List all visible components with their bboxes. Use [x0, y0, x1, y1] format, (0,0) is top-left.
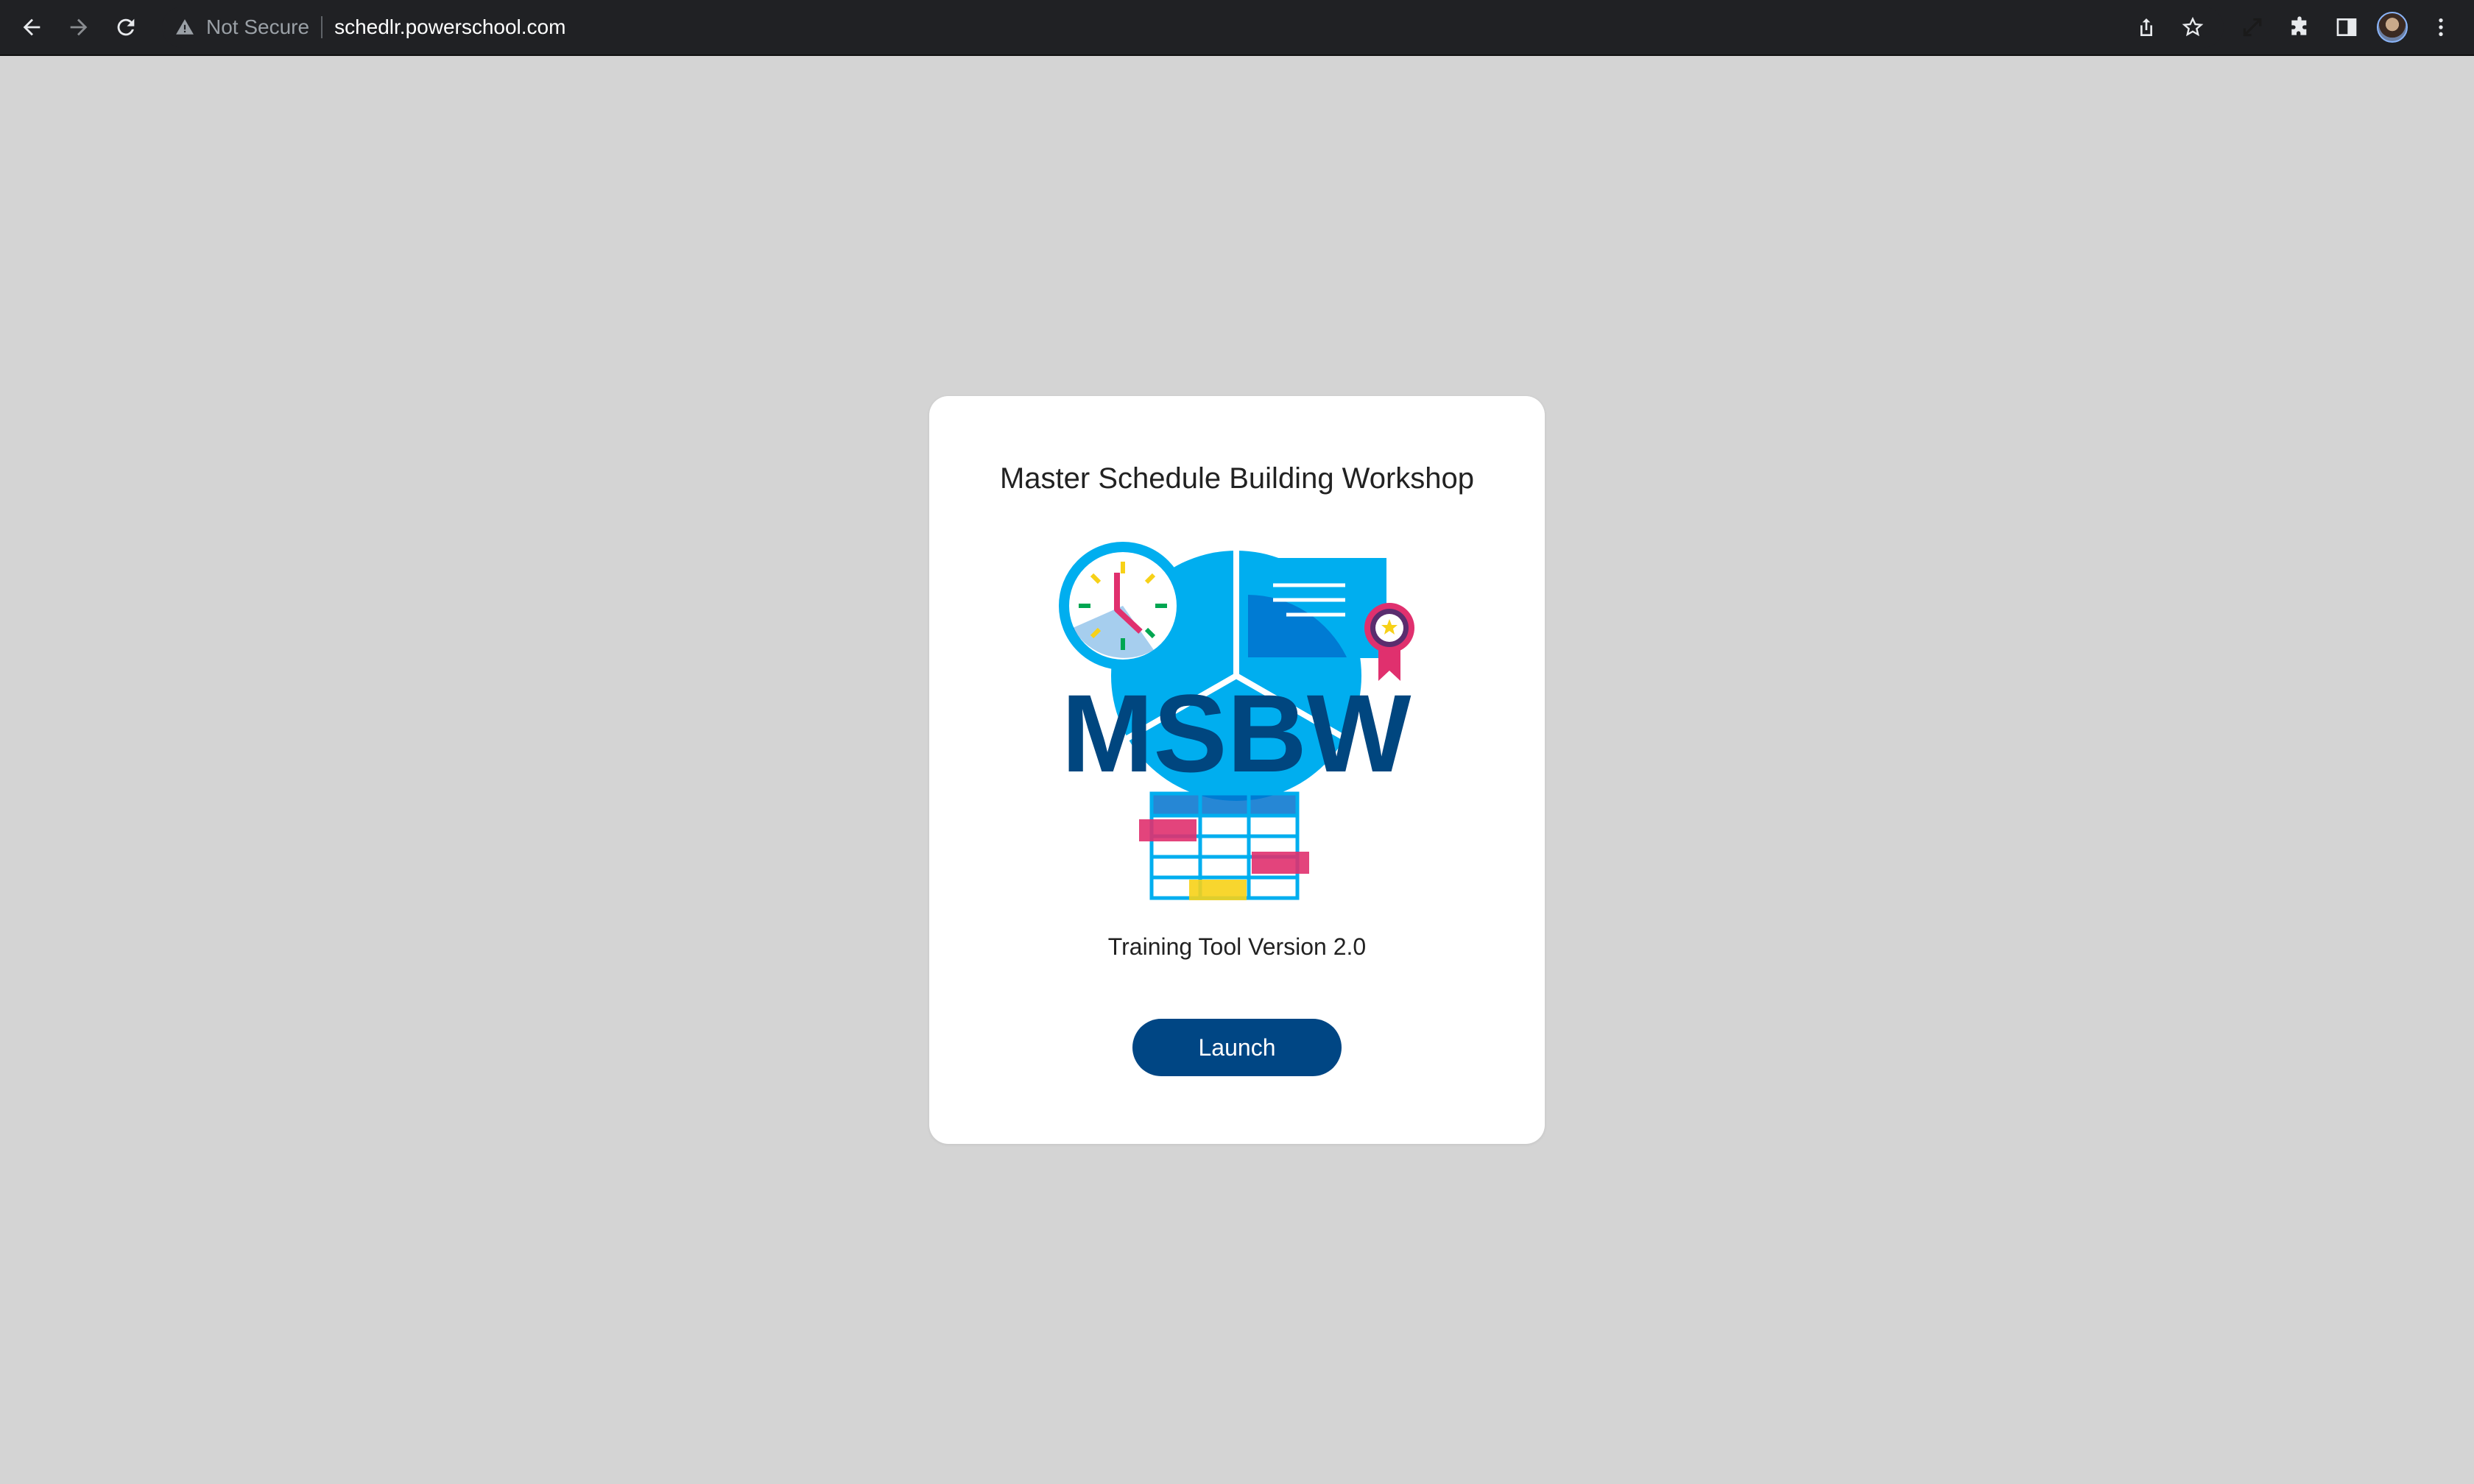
- fullscreen-button[interactable]: [2235, 10, 2269, 44]
- side-panel-icon: [2336, 18, 2357, 36]
- browser-toolbar: Not Secure schedlr.powerschool.com: [0, 0, 2474, 54]
- launch-card: Master Schedule Building Workshop MSBW T…: [929, 396, 1545, 1144]
- logo-text: MSBW: [1062, 671, 1412, 795]
- address-bar[interactable]: Not Secure schedlr.powerschool.com: [162, 7, 2224, 48]
- security-status[interactable]: Not Secure: [206, 15, 309, 39]
- address-divider: [321, 16, 323, 38]
- page-title: Master Schedule Building Workshop: [999, 462, 1475, 495]
- msbw-logo: MSBW: [1059, 542, 1414, 900]
- side-panel-button[interactable]: [2330, 10, 2364, 44]
- back-arrow-icon: [23, 18, 40, 36]
- logo-table-header: [1152, 794, 1297, 816]
- share-icon: [2140, 18, 2152, 36]
- back-button[interactable]: [15, 10, 49, 44]
- puzzle-icon: [2291, 16, 2307, 35]
- bookmark-button[interactable]: [2176, 10, 2210, 44]
- avatar[interactable]: [2377, 12, 2408, 43]
- expand-icon: [2243, 18, 2262, 37]
- forward-arrow-icon: [70, 18, 88, 36]
- forward-button[interactable]: [62, 10, 96, 44]
- kebab-menu-icon: [2439, 18, 2443, 36]
- launch-button[interactable]: Launch: [1132, 1019, 1342, 1076]
- version-label: Training Tool Version 2.0: [1107, 933, 1367, 960]
- share-button[interactable]: [2129, 10, 2163, 44]
- reload-icon: [117, 18, 135, 36]
- menu-button[interactable]: [2424, 10, 2458, 44]
- url-text[interactable]: schedlr.powerschool.com: [334, 15, 565, 39]
- warning-icon: [174, 16, 196, 38]
- extensions-button[interactable]: [2283, 10, 2316, 44]
- reload-button[interactable]: [109, 10, 143, 44]
- star-icon: [2182, 16, 2204, 37]
